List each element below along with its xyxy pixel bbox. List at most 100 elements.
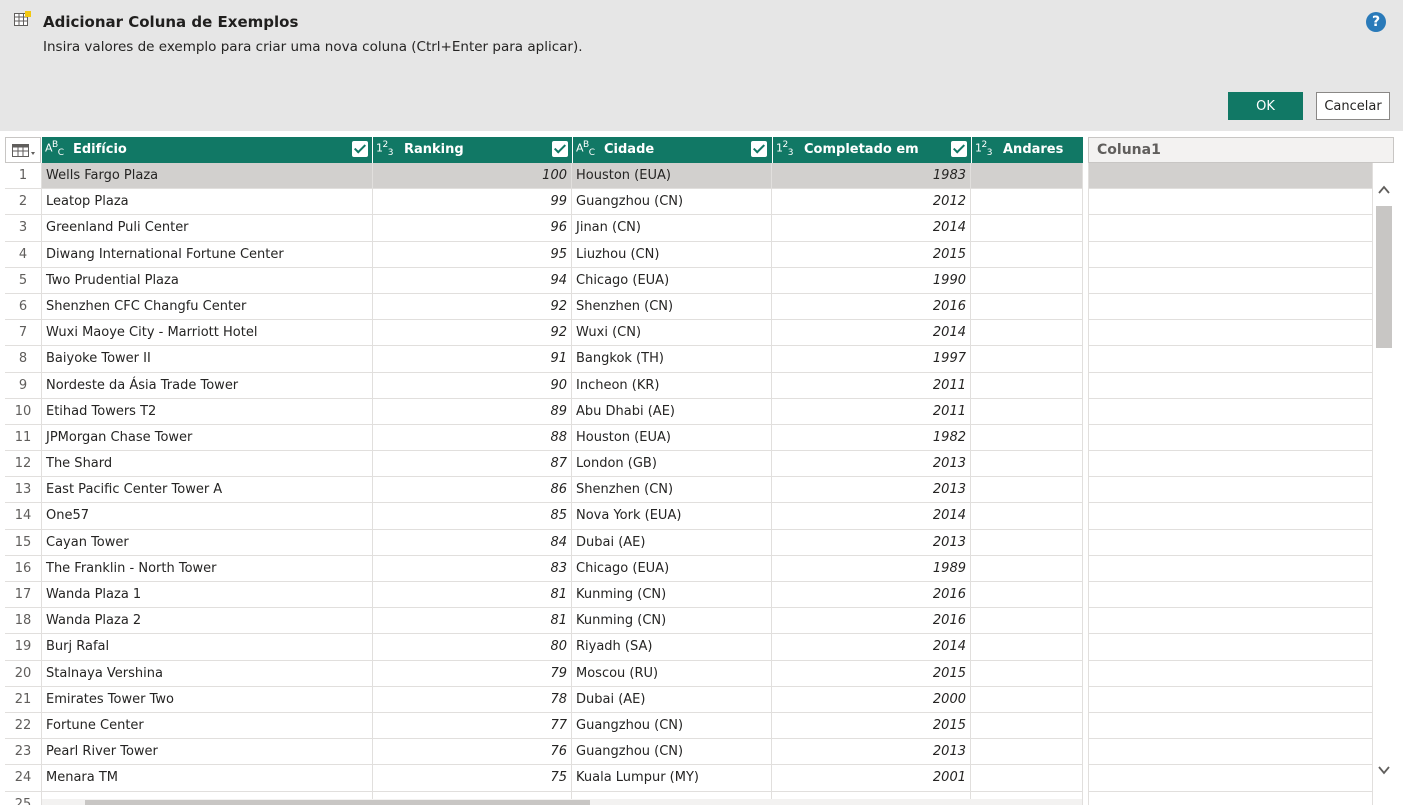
cell-andares[interactable] <box>971 424 1083 452</box>
cell-edificio[interactable]: Wanda Plaza 1 <box>42 582 373 609</box>
cell-ranking[interactable]: 92 <box>373 293 572 321</box>
row-number[interactable]: 14 <box>5 503 42 530</box>
cell-andares[interactable] <box>971 712 1083 740</box>
row-number[interactable]: 10 <box>5 398 42 425</box>
cell-andares[interactable] <box>971 503 1083 530</box>
cell-edificio[interactable]: One57 <box>42 503 373 530</box>
cell-completado-em[interactable]: 2011 <box>772 398 971 425</box>
new-column-cell[interactable] <box>1088 451 1373 478</box>
new-column-cell[interactable] <box>1088 503 1373 530</box>
table-row[interactable]: 1 Wells Fargo Plaza 100 Houston (EUA) 1983 <box>5 163 1085 190</box>
new-column-cell[interactable] <box>1088 398 1373 425</box>
cell-andares[interactable] <box>971 346 1083 373</box>
cell-completado-em[interactable]: 2015 <box>772 241 971 268</box>
cell-edificio[interactable]: Nordeste da Ásia Trade Tower <box>42 372 373 399</box>
cell-cidade[interactable]: London (GB) <box>572 451 772 478</box>
cell-cidade[interactable]: Kunming (CN) <box>572 582 772 609</box>
table-row[interactable]: 8 Baiyoke Tower II 91 Bangkok (TH) 1997 <box>5 346 1085 373</box>
cell-ranking[interactable]: 94 <box>373 267 572 294</box>
cell-edificio[interactable]: Leatop Plaza <box>42 189 373 216</box>
cell-ranking[interactable]: 86 <box>373 477 572 504</box>
new-column-cell[interactable] <box>1088 660 1373 687</box>
cell-cidade[interactable]: Guangzhou (CN) <box>572 712 772 740</box>
cell-edificio[interactable]: Cayan Tower <box>42 529 373 556</box>
cell-cidade[interactable]: Dubai (AE) <box>572 686 772 713</box>
cell-edificio[interactable]: Two Prudential Plaza <box>42 267 373 294</box>
cell-edificio[interactable]: Shenzhen CFC Changfu Center <box>42 293 373 321</box>
cell-edificio[interactable]: Fortune Center <box>42 712 373 740</box>
cell-andares[interactable] <box>971 320 1083 347</box>
table-row[interactable]: 6 Shenzhen CFC Changfu Center 92 Shenzhen (… <box>5 293 1085 321</box>
horizontal-scrollbar[interactable] <box>42 799 1082 805</box>
cell-cidade[interactable]: Kuala Lumpur (MY) <box>572 765 772 792</box>
cell-andares[interactable] <box>971 293 1083 321</box>
cell-andares[interactable] <box>971 686 1083 713</box>
cell-ranking[interactable]: 80 <box>373 634 572 661</box>
cell-andares[interactable] <box>971 477 1083 504</box>
cell-completado-em[interactable]: 2013 <box>772 477 971 504</box>
cell-completado-em[interactable]: 2013 <box>772 451 971 478</box>
table-row[interactable]: 10 Etihad Towers T2 89 Abu Dhabi (AE) 2011 <box>5 398 1085 425</box>
cell-andares[interactable] <box>971 372 1083 399</box>
cell-edificio[interactable]: Wells Fargo Plaza <box>42 163 373 190</box>
cell-ranking[interactable]: 85 <box>373 503 572 530</box>
table-row[interactable]: 15 Cayan Tower 84 Dubai (AE) 2013 <box>5 529 1085 556</box>
cell-ranking[interactable]: 88 <box>373 424 572 452</box>
cell-cidade[interactable]: Incheon (KR) <box>572 372 772 399</box>
new-column-cell[interactable] <box>1088 320 1373 347</box>
cell-cidade[interactable]: Chicago (EUA) <box>572 267 772 294</box>
cell-andares[interactable] <box>971 660 1083 687</box>
table-row[interactable]: 13 East Pacific Center Tower A 86 Shenzhen … <box>5 477 1085 504</box>
cell-ranking[interactable]: 100 <box>373 163 572 190</box>
cell-andares[interactable] <box>971 739 1083 766</box>
new-column-cell[interactable] <box>1088 608 1373 635</box>
new-column-cell[interactable] <box>1088 555 1373 582</box>
row-number[interactable]: 25 <box>5 791 42 805</box>
cell-ranking[interactable]: 79 <box>373 660 572 687</box>
cell-completado-em[interactable]: 1997 <box>772 346 971 373</box>
number-type-icon[interactable]: 123 <box>776 140 793 158</box>
new-column-cell[interactable] <box>1088 765 1373 792</box>
cell-completado-em[interactable]: 2016 <box>772 582 971 609</box>
row-number[interactable]: 19 <box>5 634 42 661</box>
cell-edificio[interactable]: Menara TM <box>42 765 373 792</box>
table-row[interactable]: 20 Stalnaya Vershina 79 Moscou (RU) 2015 <box>5 660 1085 687</box>
number-type-icon[interactable]: 123 <box>376 140 393 158</box>
new-column-cell[interactable] <box>1088 267 1373 294</box>
cell-completado-em[interactable]: 2012 <box>772 189 971 216</box>
column-checkbox[interactable] <box>951 141 967 157</box>
row-number[interactable]: 3 <box>5 215 42 242</box>
cell-edificio[interactable]: Diwang International Fortune Center <box>42 241 373 268</box>
row-number[interactable]: 20 <box>5 660 42 687</box>
new-column-cell[interactable] <box>1088 293 1373 321</box>
row-number[interactable]: 6 <box>5 293 42 321</box>
cell-andares[interactable] <box>971 582 1083 609</box>
cell-completado-em[interactable]: 2014 <box>772 320 971 347</box>
cell-completado-em[interactable]: 1983 <box>772 163 971 190</box>
column-header-cidade[interactable]: ABC Cidade <box>573 137 772 163</box>
cell-edificio[interactable]: Greenland Puli Center <box>42 215 373 242</box>
cell-ranking[interactable]: 99 <box>373 189 572 216</box>
cell-ranking[interactable]: 90 <box>373 372 572 399</box>
table-row[interactable]: 18 Wanda Plaza 2 81 Kunming (CN) 2016 <box>5 608 1085 635</box>
table-row[interactable]: 11 JPMorgan Chase Tower 88 Houston (EUA) 198… <box>5 424 1085 452</box>
row-number[interactable]: 1 <box>5 163 42 190</box>
cell-completado-em[interactable]: 2015 <box>772 660 971 687</box>
new-column-cell[interactable] <box>1088 712 1373 740</box>
cell-andares[interactable] <box>971 215 1083 242</box>
cell-ranking[interactable]: 89 <box>373 398 572 425</box>
cell-completado-em[interactable]: 2001 <box>772 765 971 792</box>
new-column-cell[interactable] <box>1088 529 1373 556</box>
cell-ranking[interactable]: 83 <box>373 555 572 582</box>
table-row[interactable]: 9 Nordeste da Ásia Trade Tower 90 Incheon (… <box>5 372 1085 399</box>
row-number[interactable]: 11 <box>5 424 42 452</box>
new-column-cell[interactable] <box>1088 634 1373 661</box>
cell-cidade[interactable]: Chicago (EUA) <box>572 555 772 582</box>
cell-andares[interactable] <box>971 267 1083 294</box>
row-number[interactable]: 21 <box>5 686 42 713</box>
cell-andares[interactable] <box>971 608 1083 635</box>
cell-ranking[interactable]: 75 <box>373 765 572 792</box>
cell-edificio[interactable]: JPMorgan Chase Tower <box>42 424 373 452</box>
cell-ranking[interactable]: 92 <box>373 320 572 347</box>
cell-completado-em[interactable]: 2014 <box>772 634 971 661</box>
